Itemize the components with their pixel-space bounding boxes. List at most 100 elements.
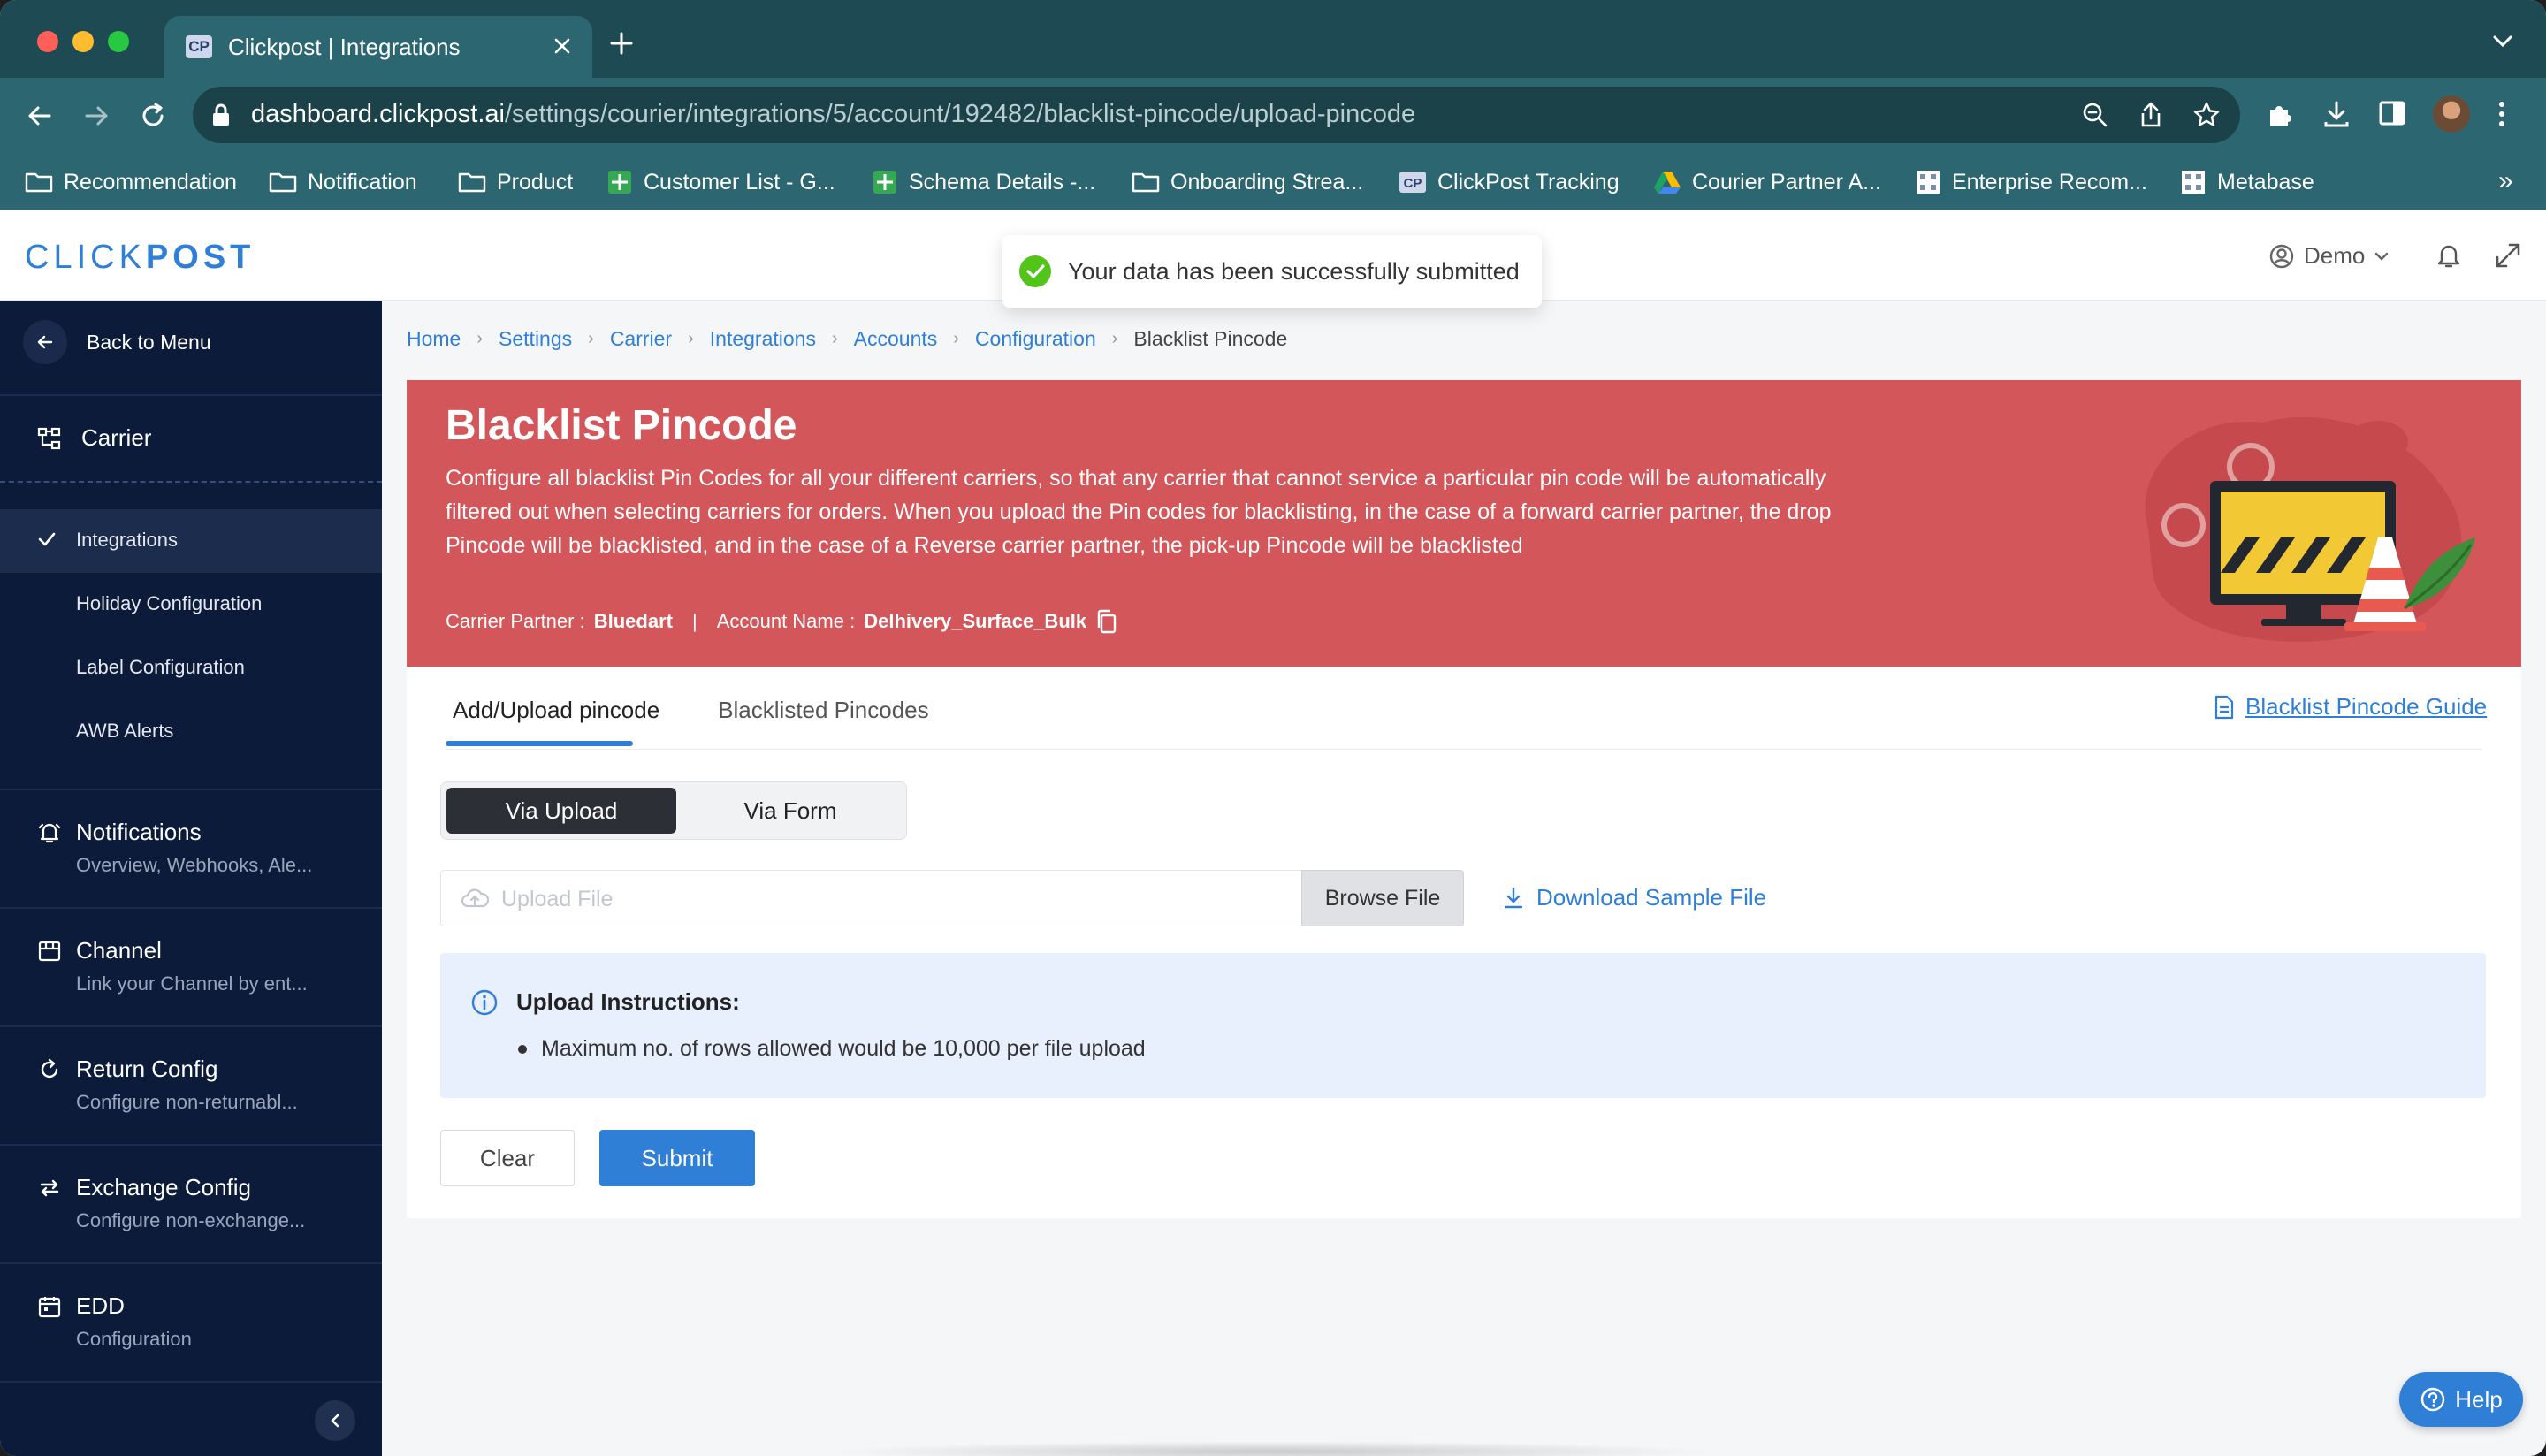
tab-blacklisted-pincodes[interactable]: Blacklisted Pincodes	[711, 697, 935, 748]
copy-icon[interactable]	[1095, 608, 1118, 635]
sidebar-divider	[0, 1262, 382, 1264]
sidebar-divider	[0, 907, 382, 909]
zoom-icon[interactable]	[2081, 101, 2109, 129]
bookmark-item[interactable]: Recommendation	[25, 164, 237, 200]
sidebar-item-integrations[interactable]: Integrations	[76, 529, 178, 552]
url-text[interactable]: dashboard.clickpost.ai/settings/courier/…	[251, 100, 1415, 129]
page-description: Configure all blacklist Pin Codes for al…	[446, 466, 1832, 558]
share-icon[interactable]	[2138, 101, 2164, 129]
blacklist-illustration	[2113, 396, 2484, 652]
close-window-button[interactable]	[37, 31, 58, 52]
grid-icon	[2182, 171, 2205, 194]
bookmark-item[interactable]: Metabase	[2180, 164, 2314, 200]
via-form-button[interactable]: Via Form	[678, 788, 903, 834]
url-path: /settings/courier/integrations/5/account…	[504, 100, 1416, 128]
sidebar-item-label-configuration[interactable]: Label Configuration	[76, 656, 245, 679]
new-tab-icon[interactable]	[608, 30, 635, 57]
download-icon[interactable]	[2321, 99, 2352, 129]
download-sample-file-link[interactable]: Download Sample File	[1503, 884, 1766, 911]
download-icon	[1504, 887, 1523, 908]
breadcrumb-settings[interactable]: Settings	[499, 327, 572, 351]
maximize-window-button[interactable]	[108, 31, 129, 52]
kebab-menu-icon[interactable]	[2496, 99, 2507, 129]
logo-text-light: CLICK	[25, 239, 146, 276]
clickpost-logo[interactable]: CLICKPOST	[25, 239, 255, 277]
browser-tab[interactable]: CP Clickpost | Integrations	[164, 16, 592, 78]
submit-button[interactable]: Submit	[599, 1130, 755, 1186]
lock-icon[interactable]	[210, 103, 232, 127]
breadcrumb-home[interactable]: Home	[407, 327, 461, 351]
sidebar-item-label: Carrier	[81, 424, 152, 451]
breadcrumb-configuration[interactable]: Configuration	[975, 327, 1096, 351]
breadcrumb-carrier[interactable]: Carrier	[610, 327, 672, 351]
side-panel-icon[interactable]	[2378, 99, 2406, 127]
check-icon	[37, 530, 57, 548]
bookmarks-bar: Recommendation Notification Product Cust…	[0, 154, 2546, 210]
upload-instructions: Upload Instructions: Maximum no. of rows…	[440, 953, 2486, 1098]
logo-text-bold: POST	[145, 239, 255, 276]
cloud-upload-icon	[461, 888, 489, 910]
sidebar-item-carrier[interactable]: Carrier	[37, 424, 151, 452]
blacklist-pincode-guide-link[interactable]: Blacklist Pincode Guide	[2214, 693, 2487, 720]
clear-button[interactable]: Clear	[440, 1130, 575, 1186]
tab-title: Clickpost | Integrations	[228, 34, 461, 60]
sheets-icon	[873, 171, 896, 194]
minimize-window-button[interactable]	[72, 31, 94, 52]
url-host: dashboard.clickpost.ai	[251, 100, 505, 128]
tab-search-chevron-icon[interactable]	[2491, 34, 2514, 50]
instruction-item: Maximum no. of rows allowed would be 10,…	[541, 1036, 1146, 1061]
upload-mode-toggle: Via Upload Via Form	[440, 781, 907, 840]
breadcrumb-integrations[interactable]: Integrations	[710, 327, 816, 351]
sidebar-group-subtitle: Link your Channel by ent...	[76, 972, 308, 995]
bell-icon[interactable]	[2436, 242, 2461, 269]
bookmark-item[interactable]: Courier Partner A...	[1653, 164, 1881, 200]
bookmark-star-icon[interactable]	[2192, 101, 2221, 129]
breadcrumb-accounts[interactable]: Accounts	[854, 327, 938, 351]
sidebar-group-title: Channel	[76, 937, 162, 964]
sidebar-item-awb-alerts[interactable]: AWB Alerts	[76, 720, 173, 743]
bookmark-item[interactable]: Notification	[269, 164, 417, 200]
chevron-down-icon	[2375, 252, 2389, 261]
help-label: Help	[2455, 1385, 2503, 1413]
breadcrumb-chevron-icon: ›	[588, 329, 594, 348]
bookmark-label: Product	[497, 169, 574, 194]
active-tab-indicator	[446, 741, 633, 746]
bookmark-item[interactable]: CP ClickPost Tracking	[1399, 164, 1620, 200]
profile-avatar[interactable]	[2433, 95, 2470, 133]
extensions-icon[interactable]	[2265, 99, 2295, 129]
forward-arrow-icon[interactable]	[80, 99, 113, 133]
back-arrow-icon[interactable]	[23, 99, 57, 133]
tab-close-icon[interactable]	[550, 34, 575, 58]
sidebar-group-title: Return Config	[76, 1056, 218, 1082]
sidebar-divider	[0, 789, 382, 790]
bookmark-item[interactable]: Enterprise Recom...	[1915, 164, 2147, 200]
account-meta: Carrier Partner : Bluedart | Account Nam…	[446, 608, 1118, 635]
help-button[interactable]: Help	[2399, 1372, 2523, 1427]
bookmark-label: Onboarding Strea...	[1170, 169, 1364, 194]
calendar-icon	[38, 1297, 61, 1318]
collapse-sidebar-button[interactable]	[315, 1400, 355, 1441]
sidebar-group-subtitle: Configure non-exchange...	[76, 1209, 306, 1231]
address-bar[interactable]: dashboard.clickpost.ai/settings/courier/…	[193, 87, 2240, 143]
bookmark-item[interactable]: Onboarding Strea...	[1132, 164, 1363, 200]
expand-icon[interactable]	[2495, 242, 2521, 269]
bookmark-item[interactable]: Product	[458, 164, 573, 200]
exchange-arrows-icon	[40, 1179, 59, 1197]
browse-file-button[interactable]: Browse File	[1301, 870, 1464, 926]
folder-icon	[458, 172, 486, 193]
breadcrumb-chevron-icon: ›	[1111, 329, 1118, 348]
bookmark-label: Courier Partner A...	[1692, 169, 1881, 194]
reload-icon[interactable]	[136, 99, 170, 133]
toast-message: Your data has been successfully submitte…	[1068, 257, 1520, 285]
bookmark-label: Schema Details -...	[909, 169, 1096, 194]
sidebar-item-holiday-configuration[interactable]: Holiday Configuration	[76, 592, 262, 615]
bookmark-item[interactable]: Customer List - G...	[606, 164, 835, 200]
meta-separator: |	[691, 610, 697, 632]
via-upload-button[interactable]: Via Upload	[446, 788, 676, 834]
bookmarks-overflow-button[interactable]: »	[2498, 166, 2513, 196]
bookmark-item[interactable]: Schema Details -...	[872, 164, 1095, 200]
user-menu[interactable]: Demo	[2268, 242, 2390, 270]
upload-file-input[interactable]: Upload File	[440, 870, 1303, 926]
back-to-menu-button[interactable]: Back to Menu	[23, 320, 211, 364]
sidebar-group-title: Exchange Config	[76, 1174, 252, 1201]
